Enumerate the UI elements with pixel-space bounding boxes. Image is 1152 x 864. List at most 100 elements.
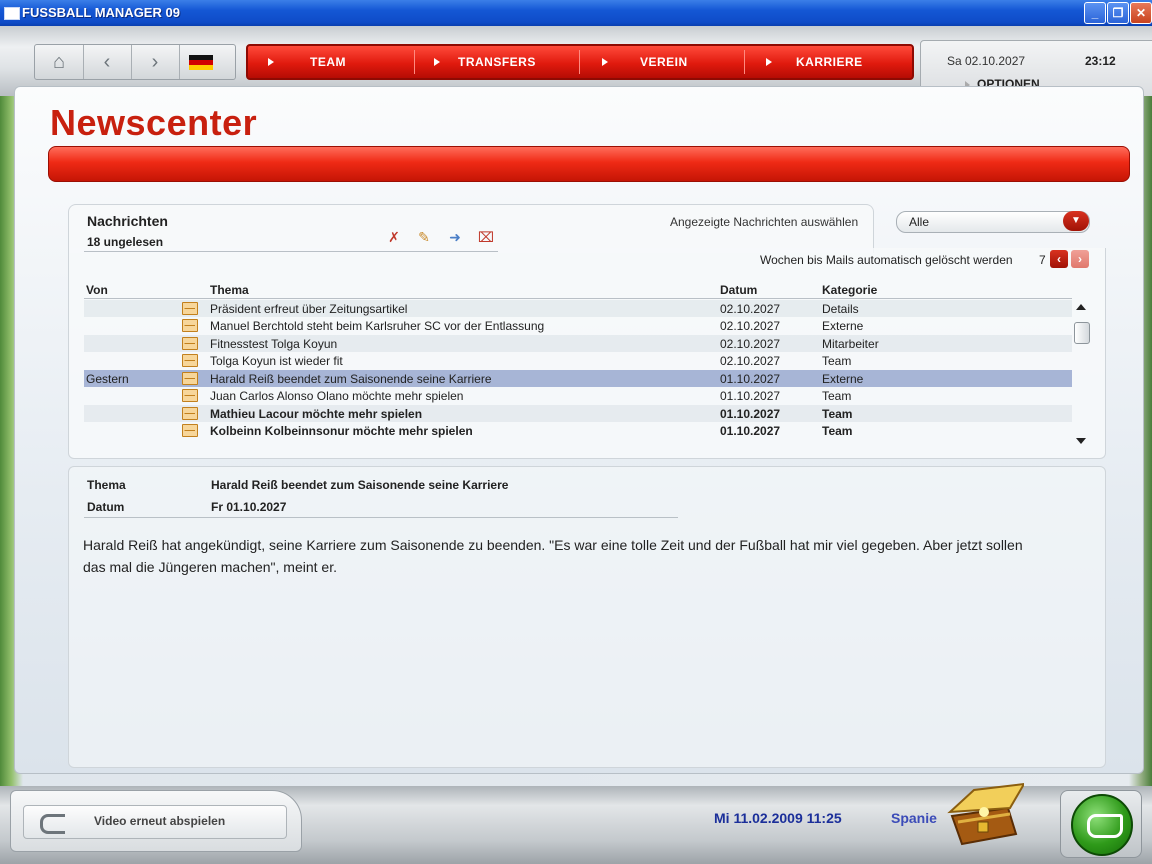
divider xyxy=(84,251,498,252)
row-from: Gestern xyxy=(86,372,129,386)
forward-icon[interactable]: › xyxy=(131,45,180,79)
row-subject: Juan Carlos Alonso Olano möchte mehr spi… xyxy=(210,389,464,403)
menu-verein[interactable]: VEREIN xyxy=(602,46,742,78)
menu-transfers-label: TRANSFERS xyxy=(458,55,536,69)
table-row[interactable]: Juan Carlos Alonso Olano möchte mehr spi… xyxy=(84,387,1072,404)
detail-subject-label: Thema xyxy=(87,478,126,492)
messages-scrollbar[interactable] xyxy=(1073,300,1090,446)
table-row-unread[interactable]: Mathieu Lacour möchte mehr spielen 01.10… xyxy=(84,405,1072,422)
chevron-right-icon xyxy=(766,58,772,66)
mail-icon xyxy=(182,337,198,350)
mail-icon xyxy=(182,354,198,367)
row-date: 01.10.2027 xyxy=(720,407,781,421)
table-row[interactable]: Fitnesstest Tolga Koyun 02.10.2027 Mitar… xyxy=(84,335,1072,352)
table-row[interactable]: Präsident erfreut über Zeitungsartikel 0… xyxy=(84,300,1072,317)
delete-icon[interactable]: ✗ xyxy=(384,228,404,246)
mail-icon xyxy=(182,319,198,332)
mark-read-icon[interactable]: ✎ xyxy=(414,228,434,246)
replay-video-label: Video erneut abspielen xyxy=(94,814,226,828)
row-subject: Fitnesstest Tolga Koyun xyxy=(210,337,338,351)
row-subject: Mathieu Lacour möchte mehr spielen xyxy=(210,407,423,421)
row-category: Team xyxy=(822,389,852,403)
chevron-right-icon xyxy=(434,58,440,66)
table-row[interactable]: Manuel Berchtold steht beim Karlsruher S… xyxy=(84,317,1072,334)
whistle-icon xyxy=(1087,814,1123,838)
home-icon[interactable]: ⌂ xyxy=(35,45,84,79)
column-header-date[interactable]: Datum xyxy=(720,283,757,297)
chevron-down-icon[interactable]: ▼ xyxy=(1063,211,1089,231)
row-category: Team xyxy=(822,407,853,421)
menu-verein-label: VEREIN xyxy=(640,55,688,69)
language-button[interactable] xyxy=(179,45,227,79)
divider xyxy=(84,517,678,518)
menu-team[interactable]: TEAM xyxy=(268,46,408,78)
menu-divider xyxy=(579,50,580,74)
column-header-from[interactable]: Von xyxy=(86,283,108,297)
detail-subject: Harald Reiß beendet zum Saisonende seine… xyxy=(211,478,509,492)
treasure-chest-icon[interactable] xyxy=(944,782,1026,852)
filter-label: Angezeigte Nachrichten auswählen xyxy=(670,215,859,229)
row-date: 02.10.2027 xyxy=(720,302,781,316)
replay-icon xyxy=(40,814,65,834)
detail-date: Fr 01.10.2027 xyxy=(211,500,287,514)
row-date: 01.10.2027 xyxy=(720,389,781,403)
row-category: Externe xyxy=(822,372,864,386)
scroll-down-icon[interactable] xyxy=(1076,438,1086,444)
row-subject: Kolbeinn Kolbeinnsonur möchte mehr spiel… xyxy=(210,424,473,438)
scrollbar-thumb[interactable] xyxy=(1074,322,1090,344)
row-subject: Manuel Berchtold steht beim Karlsruher S… xyxy=(210,319,545,333)
filter-value: Alle xyxy=(909,215,930,229)
row-subject: Präsident erfreut über Zeitungsartikel xyxy=(210,302,408,316)
menu-team-label: TEAM xyxy=(310,55,346,69)
app-icon xyxy=(4,7,20,20)
column-header-category[interactable]: Kategorie xyxy=(822,283,877,297)
weeks-decrease-button[interactable]: ‹ xyxy=(1050,250,1068,268)
row-subject: Harald Reiß beendet zum Saisonende seine… xyxy=(210,372,492,386)
restore-button[interactable]: ❐ xyxy=(1107,2,1129,24)
weeks-increase-button[interactable]: › xyxy=(1071,250,1089,268)
country-label: Spanie xyxy=(891,810,937,826)
real-datetime: Mi 11.02.2009 11:25 xyxy=(714,810,842,826)
chevron-right-icon xyxy=(268,58,274,66)
table-row-selected[interactable]: Gestern Harald Reiß beendet zum Saisonen… xyxy=(84,370,1072,387)
continue-button[interactable] xyxy=(1060,790,1142,858)
row-category: Mitarbeiter xyxy=(822,337,879,351)
row-date: 01.10.2027 xyxy=(720,372,781,386)
mail-icon xyxy=(182,389,198,402)
window-title: FUSSBALL MANAGER 09 xyxy=(22,5,180,20)
auto-delete-weeks-value: 7 xyxy=(1039,253,1046,267)
continue-circle xyxy=(1071,794,1133,856)
mail-icon xyxy=(182,407,198,420)
forward-mail-icon[interactable]: ➜ xyxy=(445,228,465,246)
row-category: Externe xyxy=(822,319,864,333)
table-row-unread[interactable]: Kolbeinn Kolbeinnsonur möchte mehr spiel… xyxy=(84,422,1072,439)
delete-all-icon[interactable]: ⌧ xyxy=(476,228,496,246)
menu-karriere-label: KARRIERE xyxy=(796,55,863,69)
menu-divider xyxy=(414,50,415,74)
detail-date-label: Datum xyxy=(87,500,125,514)
message-filter-select[interactable]: Alle ▼ xyxy=(896,211,1090,233)
table-row[interactable]: Tolga Koyun ist wieder fit 02.10.2027 Te… xyxy=(84,352,1072,369)
divider xyxy=(84,298,1072,299)
row-category: Team xyxy=(822,424,853,438)
menu-transfers[interactable]: TRANSFERS xyxy=(434,46,574,78)
page-title: Newscenter xyxy=(50,102,258,143)
minimize-button[interactable]: _ xyxy=(1084,2,1106,24)
menu-karriere[interactable]: KARRIERE xyxy=(766,46,906,78)
title-accent-bar xyxy=(48,146,1130,182)
back-icon[interactable]: ‹ xyxy=(83,45,132,79)
column-header-subject[interactable]: Thema xyxy=(210,283,249,297)
row-date: 02.10.2027 xyxy=(720,354,781,368)
mail-icon xyxy=(182,302,198,315)
game-time: 23:12 xyxy=(1085,54,1116,68)
window-titlebar: FUSSBALL MANAGER 09 _ ❐ ✕ xyxy=(0,0,1152,26)
scroll-up-icon[interactable] xyxy=(1076,304,1086,310)
mail-icon xyxy=(182,372,198,385)
close-button[interactable]: ✕ xyxy=(1130,2,1152,24)
nav-icon-group: ⌂ ‹ › xyxy=(34,44,236,80)
detail-body: Harald Reiß hat angekündigt, seine Karri… xyxy=(83,537,1023,575)
chevron-right-icon xyxy=(602,58,608,66)
messages-title: Nachrichten xyxy=(87,213,168,229)
auto-delete-label: Wochen bis Mails automatisch gelöscht we… xyxy=(760,253,1013,267)
replay-video-button[interactable]: Video erneut abspielen xyxy=(10,790,302,852)
